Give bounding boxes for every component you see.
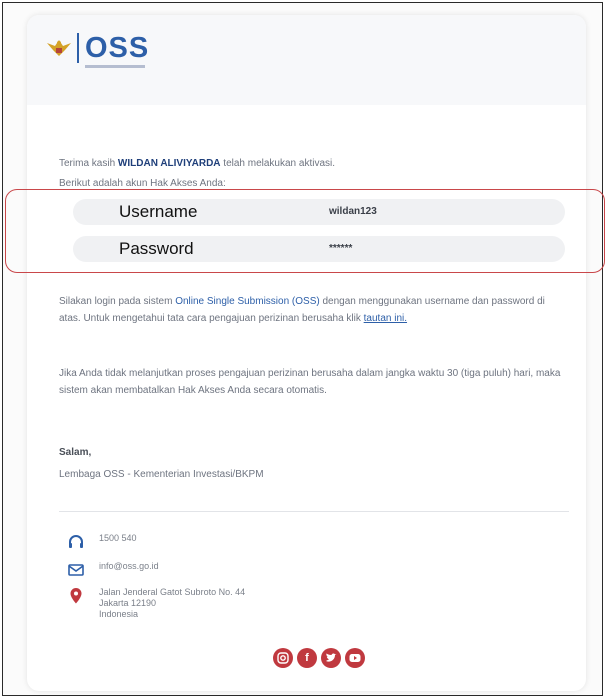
footer-divider	[59, 511, 569, 512]
contact-address: Jalan Jenderal Gatot Subroto No. 44 Jaka…	[67, 587, 245, 620]
youtube-icon[interactable]	[345, 648, 365, 668]
thanks-line: Terima kasih WILDAN ALIVIYARDA telah mel…	[59, 157, 335, 171]
location-pin-icon	[70, 588, 82, 604]
thanks-prefix: Terima kasih	[59, 158, 116, 169]
address-line-1: Jalan Jenderal Gatot Subroto No. 44	[99, 587, 246, 597]
address-line-3: Indonesia	[99, 609, 139, 619]
oss-link[interactable]: Online Single Submission (OSS)	[175, 296, 320, 307]
instagram-icon[interactable]	[273, 648, 293, 668]
brand-name: OSS	[85, 32, 150, 64]
login-instructions: Silakan login pada sistem Online Single …	[59, 293, 569, 327]
expiry-notice: Jika Anda tidak melanjutkan proses penga…	[59, 368, 561, 396]
contact-email: info@oss.go.id	[67, 561, 159, 579]
username-value: wildan123	[329, 206, 377, 217]
facebook-icon[interactable]: f	[297, 648, 317, 668]
para1-text-a: Silakan login pada sistem	[59, 296, 173, 307]
user-name: WILDAN ALIVIYARDA	[117, 158, 221, 169]
signature: Lembaga OSS - Kementerian Investasi/BKPM	[59, 469, 264, 480]
contact-phone: 1500 540	[67, 533, 137, 551]
address-line-2: Jakarta 12190	[99, 598, 157, 608]
phone-number: 1500 540	[99, 533, 137, 543]
password-row: Password ******	[73, 236, 565, 262]
email-address[interactable]: info@oss.go.id	[99, 561, 159, 572]
headset-icon	[69, 535, 83, 548]
email-header: OSS	[27, 15, 586, 105]
garuda-emblem-icon	[47, 40, 71, 56]
guide-link[interactable]: tautan ini.	[364, 313, 407, 324]
mail-icon	[68, 564, 84, 576]
address-block: Jalan Jenderal Gatot Subroto No. 44 Jaka…	[99, 587, 245, 620]
username-row: Username wildan123	[73, 199, 565, 225]
username-label: Username	[119, 202, 198, 221]
logo-separator	[77, 33, 79, 63]
password-label: Password	[119, 239, 194, 258]
social-links: f	[273, 648, 365, 668]
oss-logo: OSS	[45, 33, 149, 63]
screenshot-frame: OSS Terima kasih WILDAN ALIVIYARDA telah…	[2, 2, 605, 696]
logo-tagline-mark	[85, 65, 145, 68]
twitter-icon[interactable]	[321, 648, 341, 668]
password-value: ******	[329, 243, 353, 254]
greeting: Salam,	[59, 447, 92, 458]
thanks-suffix: telah melakukan aktivasi.	[223, 158, 336, 169]
